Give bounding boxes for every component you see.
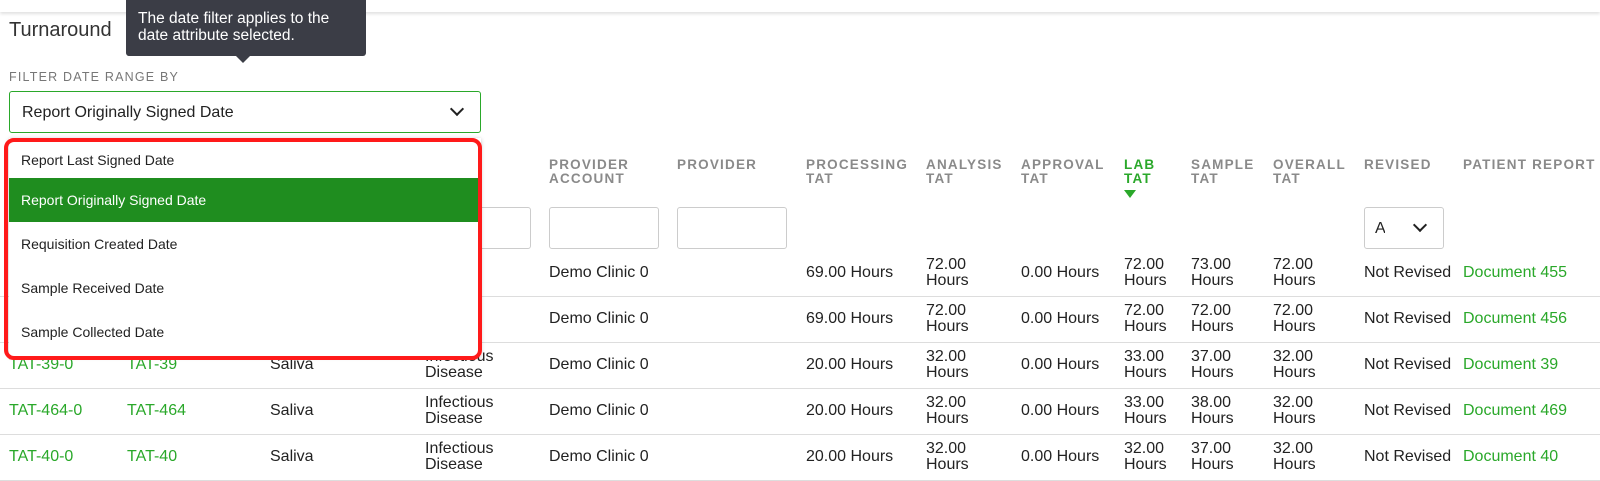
- table-row[interactable]: TAT-464-0 TAT-464 Saliva Infectious Dise…: [0, 388, 1600, 435]
- provider-account-cell: Demo Clinic 0: [549, 356, 649, 373]
- sample-type-cell: Saliva: [270, 448, 314, 465]
- overall-tat-cell: 32.00 Hours: [1273, 440, 1316, 473]
- date-attribute-selected-value: Report Originally Signed Date: [22, 104, 234, 121]
- sample-tat-cell: 37.00 Hours: [1191, 440, 1234, 473]
- header-processing-tat[interactable]: PROCESSING TAT: [806, 158, 916, 186]
- header-approval-tat[interactable]: APPROVAL TAT: [1021, 158, 1111, 186]
- processing-tat-cell: 20.00 Hours: [806, 356, 894, 373]
- header-revised[interactable]: REVISED: [1364, 158, 1432, 172]
- approval-tat-cell: 0.00 Hours: [1021, 448, 1100, 465]
- analysis-tat-cell: 72.00 Hours: [926, 302, 969, 335]
- overall-tat-cell: 72.00 Hours: [1273, 302, 1316, 335]
- header-provider[interactable]: PROVIDER: [677, 158, 757, 172]
- provider-filter-input[interactable]: [677, 207, 787, 249]
- date-filter-tooltip: The date filter applies to the date attr…: [126, 0, 366, 63]
- revised-filter-select[interactable]: A: [1364, 207, 1444, 249]
- analysis-tat-cell: 32.00 Hours: [926, 394, 969, 427]
- tooltip-arrow: [236, 56, 250, 63]
- option-report-last-signed-date[interactable]: Report Last Signed Date: [9, 138, 481, 182]
- patient-report-link[interactable]: Document 455: [1463, 250, 1567, 296]
- revised-cell: Not Revised: [1364, 310, 1452, 327]
- revised-filter-value: A: [1375, 220, 1385, 237]
- tooltip-text: The date filter applies to the date attr…: [138, 10, 330, 44]
- analysis-tat-cell: 32.00 Hours: [926, 348, 969, 381]
- lab-tat-cell: 72.00 Hours: [1124, 256, 1167, 289]
- header-lab-tat[interactable]: LAB TAT: [1124, 158, 1164, 186]
- option-requisition-created-date[interactable]: Requisition Created Date: [9, 222, 481, 266]
- revised-cell: Not Revised: [1364, 402, 1452, 419]
- processing-tat-cell: 69.00 Hours: [806, 310, 894, 327]
- provider-account-cell: Demo Clinic 0: [549, 310, 649, 327]
- provider-account-cell: Demo Clinic 0: [549, 448, 649, 465]
- requisition-link[interactable]: TAT-40: [127, 434, 177, 480]
- option-report-originally-signed-date[interactable]: Report Originally Signed Date: [9, 178, 481, 222]
- provider-account-cell: Demo Clinic 0: [549, 264, 649, 281]
- analysis-tat-cell: 32.00 Hours: [926, 440, 969, 473]
- revised-cell: Not Revised: [1364, 356, 1452, 373]
- provider-account-cell: Demo Clinic 0: [549, 402, 649, 419]
- date-attribute-dropdown-menu: Report Last Signed Date Report Originall…: [9, 138, 481, 356]
- lab-tat-cell: 32.00 Hours: [1124, 440, 1167, 473]
- header-patient-report[interactable]: PATIENT REPORT: [1463, 158, 1596, 172]
- product-cell: Infectious Disease: [425, 440, 494, 473]
- lab-tat-cell: 72.00 Hours: [1124, 302, 1167, 335]
- chevron-down-icon: [1412, 217, 1428, 233]
- sample-tat-cell: 73.00 Hours: [1191, 256, 1234, 289]
- filter-date-range-label: FILTER DATE RANGE BY: [9, 70, 180, 84]
- patient-report-link[interactable]: Document 40: [1463, 434, 1558, 480]
- sample-type-cell: Saliva: [270, 402, 314, 419]
- revised-cell: Not Revised: [1364, 448, 1452, 465]
- requisition-link[interactable]: TAT-464: [127, 388, 186, 434]
- chevron-down-icon: [449, 101, 465, 117]
- product-cell: Infectious Disease: [425, 394, 494, 427]
- approval-tat-cell: 0.00 Hours: [1021, 264, 1100, 281]
- provider-account-filter-input[interactable]: [549, 207, 659, 249]
- overall-tat-cell: 32.00 Hours: [1273, 348, 1316, 381]
- overall-tat-cell: 72.00 Hours: [1273, 256, 1316, 289]
- approval-tat-cell: 0.00 Hours: [1021, 402, 1100, 419]
- approval-tat-cell: 0.00 Hours: [1021, 310, 1100, 327]
- header-provider-account[interactable]: PROVIDER ACCOUNT: [549, 158, 659, 186]
- analysis-tat-cell: 72.00 Hours: [926, 256, 969, 289]
- processing-tat-cell: 20.00 Hours: [806, 448, 894, 465]
- patient-report-link[interactable]: Document 39: [1463, 342, 1558, 388]
- patient-report-link[interactable]: Document 456: [1463, 296, 1567, 342]
- approval-tat-cell: 0.00 Hours: [1021, 356, 1100, 373]
- table-row[interactable]: TAT-40-0 TAT-40 Saliva Infectious Diseas…: [0, 434, 1600, 481]
- processing-tat-cell: 20.00 Hours: [806, 402, 894, 419]
- sample-id-link[interactable]: TAT-464-0: [9, 388, 82, 434]
- sample-tat-cell: 72.00 Hours: [1191, 302, 1234, 335]
- revised-cell: Not Revised: [1364, 264, 1452, 281]
- sample-tat-cell: 37.00 Hours: [1191, 348, 1234, 381]
- option-sample-received-date[interactable]: Sample Received Date: [9, 266, 481, 310]
- patient-report-link[interactable]: Document 469: [1463, 388, 1567, 434]
- lab-tat-cell: 33.00 Hours: [1124, 394, 1167, 427]
- sample-id-link[interactable]: TAT-40-0: [9, 434, 73, 480]
- product-filter-input[interactable]: [475, 207, 531, 249]
- header-sample-tat[interactable]: SAMPLE TAT: [1191, 158, 1261, 186]
- lab-tat-cell: 33.00 Hours: [1124, 348, 1167, 381]
- date-attribute-select[interactable]: Report Originally Signed Date: [9, 91, 481, 133]
- processing-tat-cell: 69.00 Hours: [806, 264, 894, 281]
- header-analysis-tat[interactable]: ANALYSIS TAT: [926, 158, 1006, 186]
- page-title: Turnaround: [9, 19, 112, 41]
- option-sample-collected-date[interactable]: Sample Collected Date: [9, 310, 481, 354]
- overall-tat-cell: 32.00 Hours: [1273, 394, 1316, 427]
- sort-descending-icon: [1124, 190, 1136, 198]
- header-overall-tat[interactable]: OVERALL TAT: [1273, 158, 1353, 186]
- sample-tat-cell: 38.00 Hours: [1191, 394, 1234, 427]
